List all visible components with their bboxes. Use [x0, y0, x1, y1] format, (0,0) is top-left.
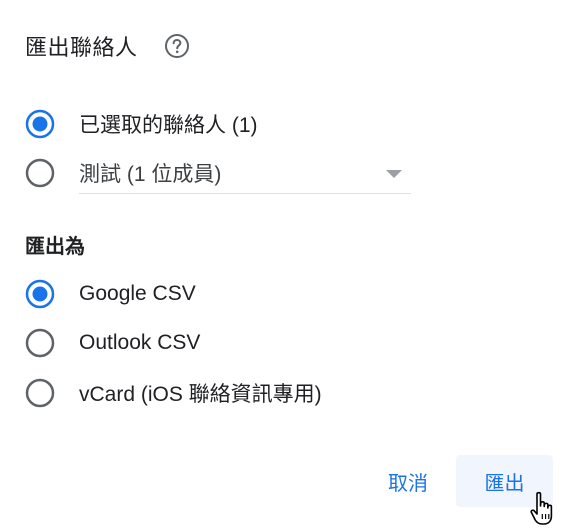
radio-vcard[interactable]	[24, 377, 56, 409]
cancel-button[interactable]: 取消	[376, 455, 440, 507]
label-select-dropdown[interactable]: 測試 (1 位成員)	[79, 153, 411, 194]
label-select-value: 測試 (1 位成員)	[79, 162, 222, 186]
option-contact-label[interactable]: 測試 (1 位成員)	[24, 157, 411, 194]
vcard-label: vCard (iOS 聯絡資訊專用)	[79, 383, 322, 406]
google-csv-label: Google CSV	[79, 282, 196, 305]
outlook-csv-label: Outlook CSV	[79, 331, 201, 354]
help-icon[interactable]	[164, 33, 190, 59]
option-vcard[interactable]: vCard (iOS 聯絡資訊專用)	[24, 377, 322, 409]
export-contacts-dialog: 匯出聯絡人 已選取的聯絡人 (1) 測試 (1 位成員) 匯出為 Google …	[0, 0, 586, 532]
export-as-heading: 匯出為	[25, 236, 85, 258]
dialog-title: 匯出聯絡人	[25, 35, 138, 60]
hand-pointer-cursor-icon	[528, 490, 560, 528]
dropdown-arrow-icon	[385, 167, 403, 179]
dialog-header: 匯出聯絡人	[25, 30, 190, 62]
option-google-csv[interactable]: Google CSV	[24, 278, 196, 310]
selected-contacts-label: 已選取的聯絡人 (1)	[79, 114, 258, 137]
option-outlook-csv[interactable]: Outlook CSV	[24, 327, 200, 359]
radio-google-csv[interactable]	[24, 278, 56, 310]
option-selected-contacts[interactable]: 已選取的聯絡人 (1)	[24, 108, 258, 140]
radio-contact-label[interactable]	[24, 157, 56, 189]
radio-outlook-csv[interactable]	[24, 327, 56, 359]
radio-selected-contacts[interactable]	[24, 108, 56, 140]
